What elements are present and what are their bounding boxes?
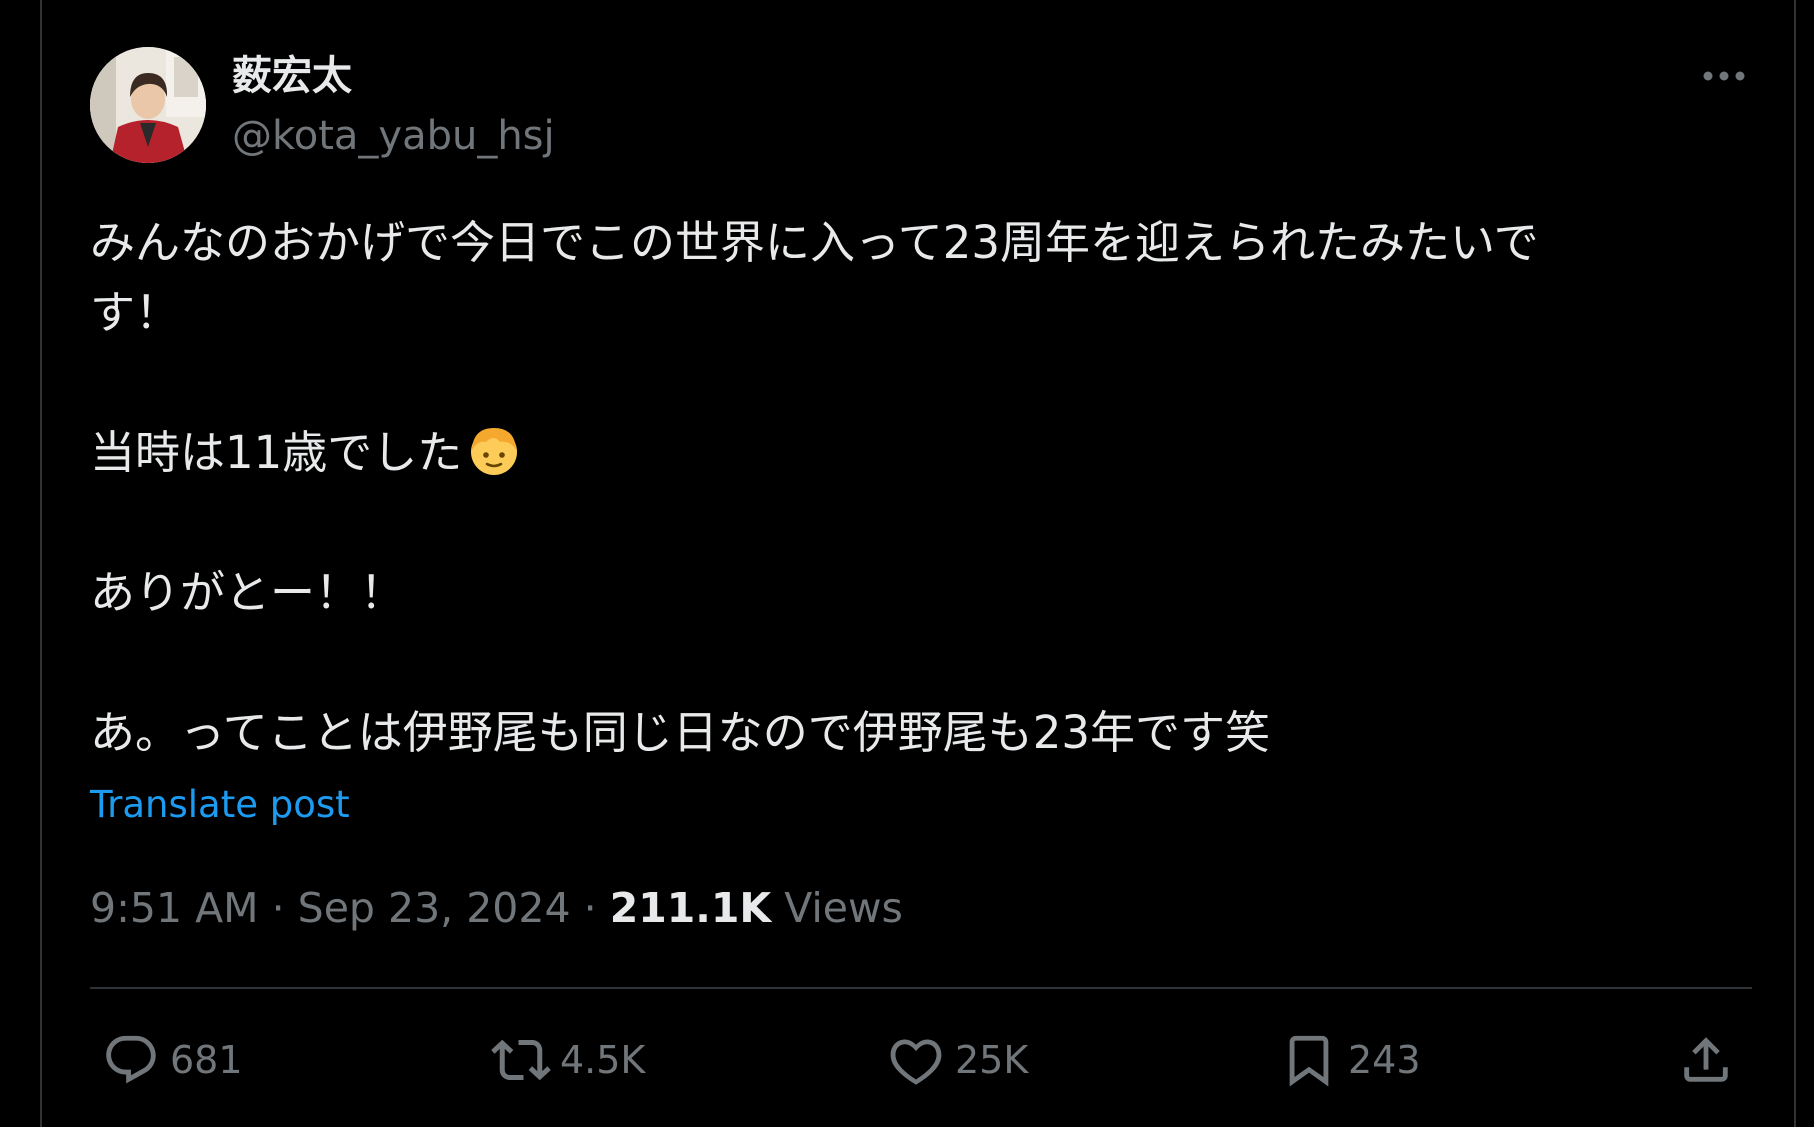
tweet-date[interactable]: Sep 23, 2024 [298, 884, 571, 932]
meta-separator: · [583, 884, 597, 932]
repost-button[interactable]: 4.5K [490, 1025, 645, 1095]
reply-bubble-icon [100, 1029, 162, 1091]
boy-face-emoji [471, 428, 518, 475]
share-upload-icon [1675, 1029, 1737, 1091]
heart-icon [885, 1029, 947, 1091]
views-label: Views [784, 884, 903, 932]
repost-count: 4.5K [560, 1038, 646, 1082]
avatar[interactable] [90, 47, 206, 163]
more-options-button[interactable] [1696, 54, 1752, 98]
translate-post-link[interactable]: Translate post [90, 780, 350, 830]
share-button[interactable] [1675, 1025, 1737, 1095]
tweet-line: ありがとー！！ [90, 566, 406, 619]
reply-count: 681 [170, 1038, 243, 1082]
action-bar: 681 4.5K 25K 243 [90, 1025, 1752, 1095]
like-count: 25K [955, 1038, 1029, 1082]
views-count: 211.1K [609, 884, 772, 932]
reply-button[interactable]: 681 [100, 1025, 243, 1095]
tweet-time[interactable]: 9:51 AM [90, 884, 259, 932]
tweet-meta: 9:51 AM · Sep 23, 2024 · 211.1K Views [90, 880, 903, 936]
bookmark-count: 243 [1348, 1038, 1421, 1082]
display-name[interactable]: 薮宏太 [232, 50, 352, 102]
tweet-line-text: 当時は11歳でした [90, 426, 463, 479]
bookmark-button[interactable]: 243 [1278, 1025, 1421, 1095]
tweet-line: す！ [90, 286, 181, 339]
divider [90, 987, 1752, 989]
repost-arrows-icon [490, 1029, 552, 1091]
user-handle[interactable]: @kota_yabu_hsj [232, 111, 555, 161]
tweet-text: みんなのおかげで今日でこの世界に入って23周年を迎えられたみたいで す！ 当時は… [90, 208, 1730, 768]
like-button[interactable]: 25K [885, 1025, 1028, 1095]
tweet-line: 当時は11歳でした [90, 418, 1730, 488]
tweet-line: あ。ってことは伊野尾も同じ日なので伊野尾も23年です笑 [90, 706, 1271, 759]
tweet-line: みんなのおかげで今日でこの世界に入って23周年を迎えられたみたいで [90, 216, 1539, 269]
bookmark-icon [1278, 1029, 1340, 1091]
meta-separator: · [271, 884, 285, 932]
more-horizontal-icon [1703, 71, 1745, 81]
